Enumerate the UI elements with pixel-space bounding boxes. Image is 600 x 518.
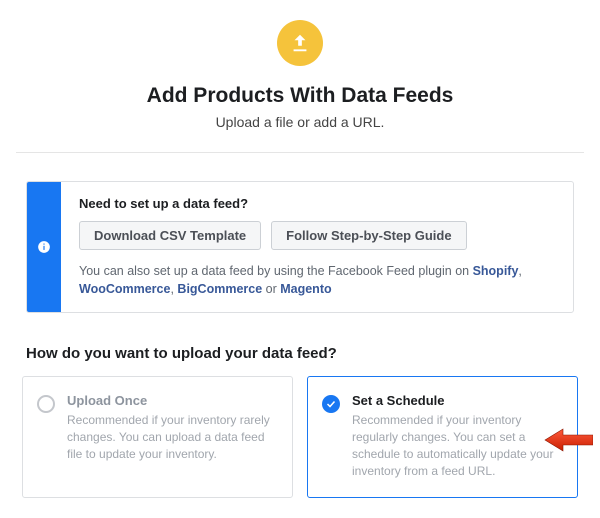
- option-title: Upload Once: [67, 393, 278, 408]
- page-subtitle: Upload a file or add a URL.: [16, 114, 584, 130]
- radio-set-schedule[interactable]: [322, 395, 340, 413]
- check-icon: [325, 398, 337, 410]
- hero-section: Add Products With Data Feeds Upload a fi…: [16, 14, 584, 153]
- bigcommerce-link[interactable]: BigCommerce: [177, 282, 262, 296]
- info-panel: Need to set up a data feed? Download CSV…: [26, 181, 574, 313]
- upload-method-question: How do you want to upload your data feed…: [26, 345, 574, 362]
- woocommerce-link[interactable]: WooCommerce: [79, 282, 170, 296]
- upload-icon: [277, 20, 323, 66]
- info-body: Need to set up a data feed? Download CSV…: [61, 182, 573, 312]
- help-or: or: [262, 282, 280, 296]
- magento-link[interactable]: Magento: [280, 282, 331, 296]
- info-help-text: You can also set up a data feed by using…: [79, 262, 557, 298]
- info-icon: [37, 240, 51, 254]
- follow-guide-button[interactable]: Follow Step-by-Step Guide: [271, 221, 466, 250]
- option-upload-once[interactable]: Upload Once Recommended if your inventor…: [22, 376, 293, 498]
- annotation-arrow: [543, 427, 593, 453]
- info-question: Need to set up a data feed?: [79, 196, 557, 211]
- page-container: Add Products With Data Feeds Upload a fi…: [0, 0, 600, 518]
- help-prefix: You can also set up a data feed by using…: [79, 264, 473, 278]
- option-set-schedule[interactable]: Set a Schedule Recommended if your inven…: [307, 376, 578, 498]
- option-title: Set a Schedule: [352, 393, 563, 408]
- page-title: Add Products With Data Feeds: [16, 84, 584, 108]
- info-stripe: [27, 182, 61, 312]
- download-csv-template-button[interactable]: Download CSV Template: [79, 221, 261, 250]
- upload-options: Upload Once Recommended if your inventor…: [22, 376, 578, 498]
- info-button-row: Download CSV Template Follow Step-by-Ste…: [79, 221, 557, 250]
- shopify-link[interactable]: Shopify: [473, 264, 519, 278]
- option-desc: Recommended if your inventory rarely cha…: [67, 412, 278, 462]
- radio-upload-once[interactable]: [37, 395, 55, 413]
- option-desc: Recommended if your inventory regularly …: [352, 412, 563, 479]
